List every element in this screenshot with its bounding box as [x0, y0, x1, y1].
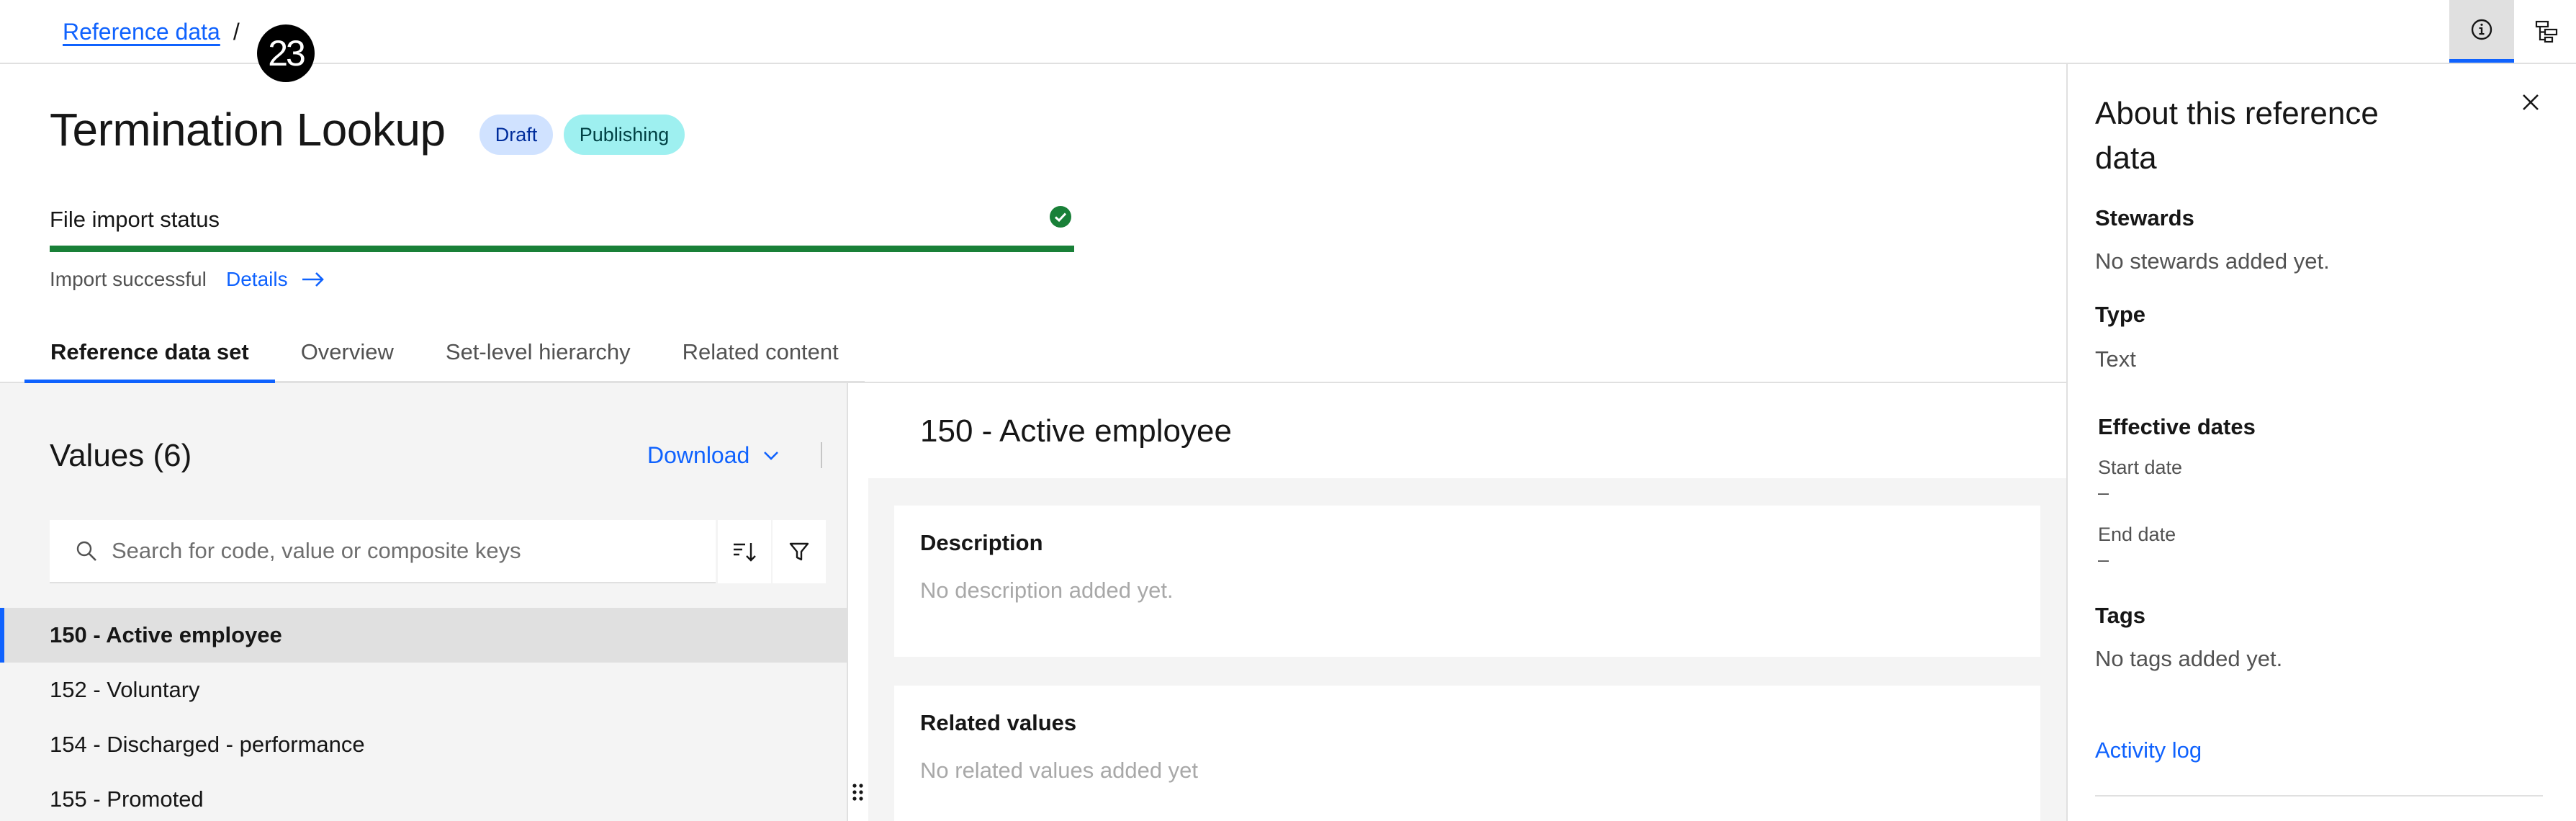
- search-icon: [76, 540, 97, 562]
- top-bar: Reference data /: [0, 0, 2576, 64]
- details-link-label: Details: [226, 268, 288, 290]
- page-title: Termination Lookup: [50, 104, 446, 156]
- value-detail-panel: 150 - Active employee Description No des…: [868, 383, 2066, 821]
- related-values-heading: Related values: [920, 710, 1077, 735]
- sort-icon: [734, 543, 756, 562]
- value-detail-title: 150 - Active employee: [920, 413, 1232, 449]
- download-button[interactable]: Download: [647, 442, 780, 469]
- activity-log-link[interactable]: Activity log: [2095, 737, 2202, 763]
- description-card: Description No description added yet.: [894, 506, 2040, 657]
- arrow-right-icon: [302, 272, 324, 287]
- breadcrumb: Reference data /: [63, 19, 240, 45]
- value-list-item[interactable]: 152 - Voluntary: [0, 663, 847, 717]
- tab-list: Reference data set Overview Set-level hi…: [24, 335, 865, 383]
- filter-icon: [789, 542, 809, 561]
- step-number-badge: 23: [257, 24, 315, 82]
- download-label: Download: [647, 442, 750, 468]
- stewards-heading: Stewards: [2095, 205, 2194, 230]
- publishing-status-tag: Publishing: [564, 115, 685, 155]
- panel-divider: [2095, 795, 2543, 797]
- search-input[interactable]: [112, 538, 702, 564]
- drag-handle-icon[interactable]: [850, 781, 866, 803]
- toolbar-divider: [821, 442, 822, 468]
- info-panel-button[interactable]: [2449, 0, 2514, 63]
- tab-reference-data-set[interactable]: Reference data set: [24, 335, 275, 383]
- tab-set-level-hierarchy[interactable]: Set-level hierarchy: [419, 335, 657, 383]
- value-list-item[interactable]: 154 - Discharged - performance: [0, 717, 847, 772]
- type-heading: Type: [2095, 302, 2146, 327]
- checkmark-filled-icon: [1050, 206, 1071, 228]
- close-icon[interactable]: [2520, 91, 2541, 113]
- values-panel: Values (6) Download 150 - Active employe…: [0, 383, 848, 821]
- import-progress-bar: [50, 246, 1074, 252]
- info-icon: [2471, 19, 2492, 40]
- effective-dates-heading: Effective dates: [2098, 414, 2256, 439]
- import-success-message: Import successful: [50, 268, 207, 290]
- type-value: Text: [2095, 346, 2136, 372]
- related-values-empty-text: No related values added yet: [920, 758, 1199, 783]
- about-panel-title: About this reference data: [2095, 96, 2379, 176]
- details-link[interactable]: Details: [226, 268, 325, 291]
- related-values-card: Related values No related values added y…: [894, 686, 2040, 821]
- tab-related-content[interactable]: Related content: [656, 335, 865, 383]
- tree-structure-icon: [2535, 20, 2558, 42]
- stewards-text: No stewards added yet.: [2095, 248, 2330, 274]
- value-detail-header: 150 - Active employee: [868, 383, 2066, 478]
- filter-button[interactable]: [773, 520, 826, 583]
- breadcrumb-separator: /: [233, 19, 240, 45]
- description-heading: Description: [920, 530, 1043, 555]
- sort-button[interactable]: [718, 520, 771, 583]
- value-list-item-selected[interactable]: 150 - Active employee: [0, 608, 847, 663]
- end-date-value: –: [2098, 549, 2109, 570]
- chevron-down-icon: [764, 451, 779, 460]
- tags-heading: Tags: [2095, 603, 2146, 628]
- draft-status-tag: Draft: [479, 115, 553, 155]
- start-date-label: Start date: [2098, 457, 2183, 478]
- search-field: [50, 520, 716, 583]
- start-date-value: –: [2098, 482, 2109, 503]
- tags-text: No tags added yet.: [2095, 646, 2283, 671]
- end-date-label: End date: [2098, 524, 2176, 545]
- hierarchy-panel-button[interactable]: [2514, 0, 2576, 63]
- import-status-label: File import status: [50, 207, 220, 232]
- import-progress-fill: [50, 246, 1074, 252]
- value-list-item[interactable]: 155 - Promoted: [0, 772, 847, 821]
- about-side-panel: About this reference data Stewards No st…: [2066, 64, 2576, 821]
- description-empty-text: No description added yet.: [920, 578, 1174, 603]
- tab-overview[interactable]: Overview: [274, 335, 420, 383]
- breadcrumb-link-reference-data[interactable]: Reference data: [63, 19, 220, 45]
- values-title: Values (6): [50, 438, 192, 473]
